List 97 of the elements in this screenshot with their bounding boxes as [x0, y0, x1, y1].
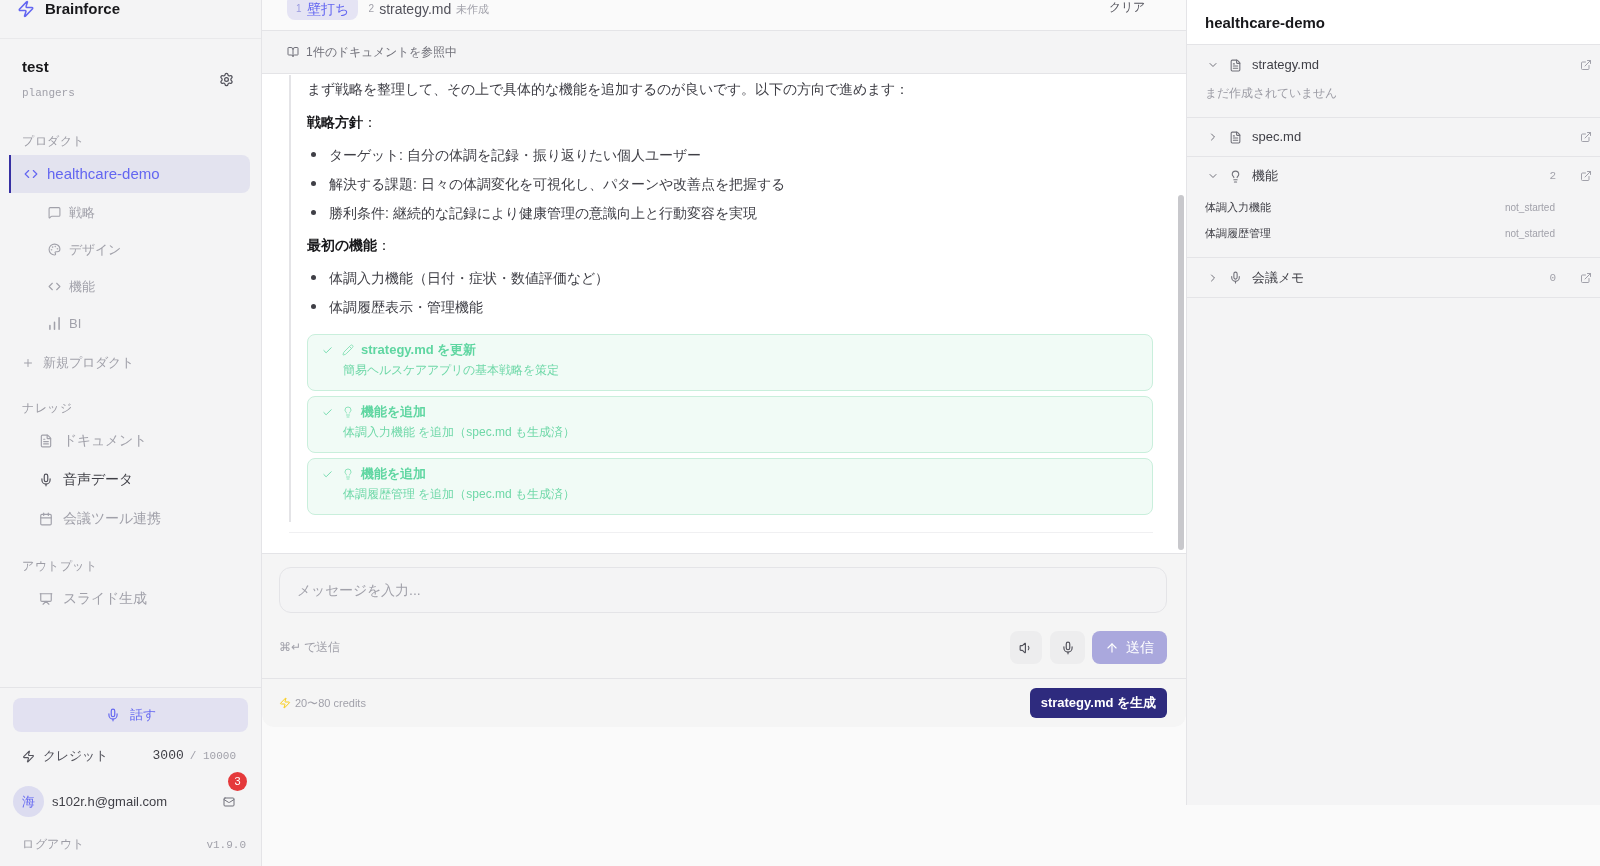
- code-icon: [24, 167, 38, 181]
- message-heading: 戦略方針：: [307, 113, 377, 132]
- tab[interactable]: 2 strategy.md 未作成: [359, 0, 499, 20]
- generate-button[interactable]: strategy.md を生成: [1029, 688, 1167, 718]
- credits-used: 3000: [152, 748, 184, 764]
- knowledge-item[interactable]: ドキュメント: [36, 421, 250, 460]
- lightbulb-icon: [1229, 169, 1242, 183]
- lightbulb-icon: [342, 406, 354, 418]
- credits-total: / 10000: [189, 749, 236, 763]
- external-link-icon[interactable]: [1580, 271, 1592, 284]
- tab[interactable]: 1 壁打ち: [287, 0, 358, 20]
- new-product-button[interactable]: 新規プロダクト: [20, 344, 250, 381]
- palette-icon: [48, 243, 61, 256]
- bullet-text: 勝利条件: 継続的な記録により健康管理の意識向上と行動変容を実現: [329, 203, 757, 222]
- section-label[interactable]: 会議メモ: [1252, 269, 1304, 286]
- logout-link[interactable]: ログアウト: [22, 836, 85, 853]
- external-link-icon[interactable]: [1580, 131, 1592, 143]
- action-detail: 体調入力機能 を追加（spec.md も生成済）: [343, 425, 576, 440]
- external-link-icon[interactable]: [1580, 59, 1592, 71]
- section-label[interactable]: 機能: [1252, 168, 1278, 184]
- message-input[interactable]: メッセージを入力...: [279, 567, 1167, 613]
- chat-bubble-icon: [48, 206, 61, 219]
- message-paragraph: まず戦略を整理して、その上で具体的な機能を追加するのが良いです。以下の方向で進めます：: [307, 80, 909, 99]
- item-count: 0: [1549, 270, 1556, 285]
- bullet-icon: [311, 152, 316, 157]
- lightning-icon: [22, 749, 35, 763]
- bullet-text: 体調履歴表示・管理機能: [329, 297, 483, 316]
- message-heading: 最初の機能：: [307, 236, 391, 255]
- project-title: healthcare-demo: [1205, 14, 1326, 31]
- user-avatar[interactable]: 海: [13, 786, 44, 817]
- section-label[interactable]: strategy.md: [1252, 57, 1319, 73]
- item-count: 2: [1549, 169, 1556, 183]
- product-item[interactable]: healthcare-demo: [9, 155, 250, 193]
- lightbulb-icon: [342, 468, 354, 480]
- feature-status: not_started: [1504, 200, 1555, 214]
- presentation-icon: [39, 591, 53, 606]
- empty-note: まだ作成されていません: [1204, 85, 1337, 102]
- document-icon: [1229, 58, 1242, 72]
- pencil-icon: [342, 344, 354, 356]
- lightning-icon: [279, 697, 291, 709]
- send-shortcut-hint: ⌘↵ で送信: [279, 640, 341, 655]
- brand-name: Brainforce: [45, 0, 121, 17]
- product-subitem[interactable]: 機能: [40, 268, 250, 305]
- arrow-up-icon: [1105, 640, 1119, 655]
- knowledge-item[interactable]: 音声データ: [36, 460, 250, 499]
- bullet-icon: [311, 275, 316, 280]
- document-icon: [39, 433, 53, 448]
- feature-status: not_started: [1504, 226, 1555, 240]
- unread-badge: 3: [228, 771, 247, 791]
- output-item[interactable]: スライド生成: [36, 579, 250, 618]
- action-title: strategy.md を更新: [361, 342, 477, 358]
- speaker-button[interactable]: [1010, 631, 1042, 664]
- plus-icon: [22, 356, 34, 369]
- mail-icon[interactable]: [223, 795, 235, 808]
- bullet-text: 解決する課題: 日々の体調変化を可視化し、パターンや改善点を把握する: [329, 174, 785, 193]
- product-subitem[interactable]: デザイン: [40, 231, 250, 268]
- scrollbar-thumb[interactable]: [1178, 195, 1184, 550]
- clear-button[interactable]: クリア: [1109, 0, 1145, 15]
- user-email: s102r.h@gmail.com: [52, 793, 169, 810]
- bullet-icon: [311, 210, 316, 215]
- calendar-icon: [39, 511, 53, 526]
- feature-name[interactable]: 体調入力機能: [1205, 200, 1271, 214]
- version-label: v1.9.0: [206, 837, 246, 853]
- action-detail: 簡易ヘルスケアアプリの基本戦略を策定: [343, 363, 559, 378]
- bullet-text: 体調入力機能（日付・症状・数値評価など）: [329, 268, 609, 287]
- action-detail: 体調履歴管理 を追加（spec.md も生成済）: [343, 487, 576, 502]
- bullet-text: ターゲット: 自分の体調を記録・振り返りたい個人ユーザー: [329, 145, 701, 164]
- microphone-icon: [105, 708, 120, 722]
- bar-chart-icon: [48, 317, 61, 330]
- product-subitem[interactable]: 戦略: [40, 194, 250, 231]
- product-subitem[interactable]: BI: [40, 305, 250, 342]
- bullet-icon: [311, 181, 316, 186]
- microphone-button[interactable]: [1050, 631, 1085, 664]
- knowledge-item[interactable]: 会議ツール連携: [36, 499, 250, 538]
- credits-estimate: 20〜80 credits: [295, 696, 366, 710]
- feature-name[interactable]: 体調履歴管理: [1205, 226, 1271, 240]
- workspace-name: test: [22, 58, 49, 76]
- section-label[interactable]: spec.md: [1252, 129, 1302, 145]
- action-title: 機能を追加: [361, 404, 426, 420]
- settings-icon[interactable]: [219, 71, 234, 87]
- workspace-org: plangers: [22, 86, 75, 100]
- document-icon: [1229, 130, 1242, 144]
- external-link-icon[interactable]: [1580, 170, 1592, 182]
- microphone-icon: [1229, 271, 1242, 284]
- credits-label: クレジット: [43, 748, 108, 764]
- talk-button[interactable]: 話す: [13, 698, 248, 732]
- section-heading: アウトプット: [21, 559, 97, 574]
- action-title: 機能を追加: [361, 466, 426, 482]
- microphone-icon: [1060, 640, 1075, 655]
- reference-note: 1件のドキュメントを参照中: [306, 44, 457, 60]
- book-icon: [287, 46, 299, 58]
- section-heading: プロダクト: [21, 134, 85, 149]
- microphone-icon: [39, 472, 53, 487]
- section-heading: ナレッジ: [21, 401, 72, 416]
- code-icon: [48, 280, 61, 293]
- lightning-logo-icon: [17, 0, 35, 18]
- bullet-icon: [311, 304, 316, 309]
